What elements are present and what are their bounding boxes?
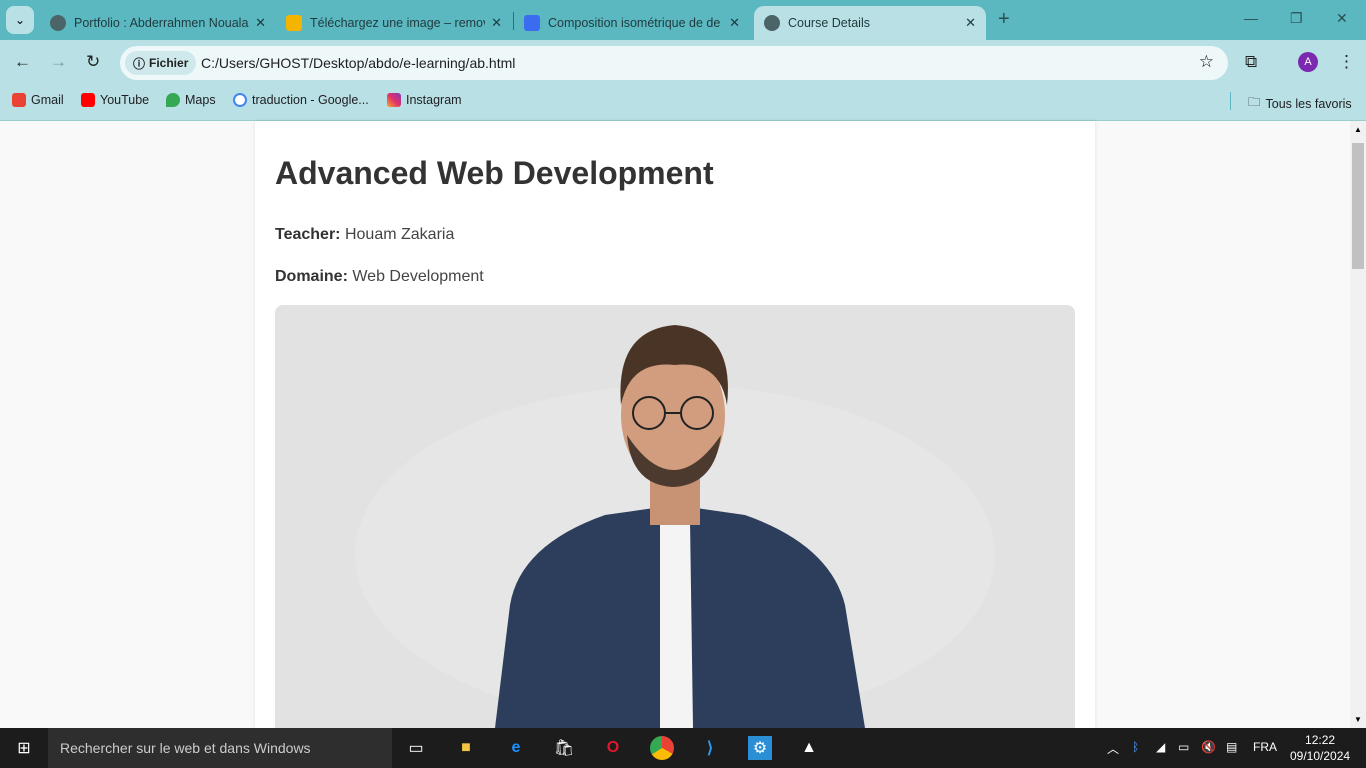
scroll-up-icon[interactable]: ▲ bbox=[1354, 125, 1362, 134]
course-card: Advanced Web Development Teacher: Houam … bbox=[255, 121, 1095, 728]
youtube-icon bbox=[81, 93, 95, 107]
close-tab-icon[interactable]: ✕ bbox=[491, 15, 502, 31]
bookmark-maps[interactable]: Maps bbox=[166, 93, 216, 107]
opera-icon[interactable]: O bbox=[601, 736, 625, 760]
scrollbar-thumb[interactable] bbox=[1352, 143, 1364, 269]
site-info-chip[interactable]: ⓘ Fichier bbox=[125, 51, 197, 75]
tray-chevron-icon[interactable]: ︿ bbox=[1107, 740, 1119, 757]
new-tab-button[interactable]: + bbox=[998, 8, 1010, 31]
chrome-icon[interactable] bbox=[650, 736, 674, 760]
address-bar[interactable]: ⓘ Fichier C:/Users/GHOST/Desktop/abdo/e-l… bbox=[120, 46, 1228, 80]
menu-icon[interactable]: ⋮ bbox=[1338, 52, 1355, 72]
course-title: Advanced Web Development bbox=[275, 155, 714, 191]
file-explorer-icon[interactable]: ■ bbox=[454, 736, 478, 760]
scrollbar[interactable]: ▲ ▼ bbox=[1350, 121, 1366, 728]
reload-button[interactable]: ↻ bbox=[86, 52, 100, 72]
tab-search-button[interactable]: ⌄ bbox=[6, 6, 34, 34]
close-tab-icon[interactable]: ✕ bbox=[729, 15, 740, 31]
teacher-line: Teacher: Houam Zakaria bbox=[275, 226, 455, 243]
close-window-button[interactable]: ✕ bbox=[1336, 10, 1348, 27]
bookmark-translate[interactable]: traduction - Google... bbox=[233, 93, 369, 107]
tab-portfolio[interactable]: Portfolio : Abderrahmen Nouala ✕ bbox=[40, 6, 276, 40]
taskbar-search[interactable]: Rechercher sur le web et dans Windows bbox=[48, 728, 392, 768]
course-image bbox=[275, 305, 1075, 728]
minimize-button[interactable]: — bbox=[1244, 10, 1258, 26]
photos-icon[interactable]: ▲ bbox=[797, 736, 821, 760]
store-icon[interactable]: 🛍 bbox=[552, 736, 576, 760]
language-indicator[interactable]: FRA bbox=[1253, 740, 1277, 754]
windows-start-icon[interactable]: ⊞ bbox=[12, 736, 36, 760]
back-button[interactable]: ← bbox=[14, 52, 31, 72]
folder-icon: 🗀 bbox=[1248, 95, 1261, 109]
tab-course-details[interactable]: Course Details ✕ bbox=[754, 6, 986, 40]
all-bookmarks[interactable]: 🗀 Tous les favoris bbox=[1248, 93, 1352, 114]
info-icon: ⓘ bbox=[133, 56, 146, 71]
close-tab-icon[interactable]: ✕ bbox=[255, 15, 266, 31]
bookmark-gmail[interactable]: Gmail bbox=[12, 93, 64, 107]
bookmark-instagram[interactable]: Instagram bbox=[387, 93, 462, 107]
clock[interactable]: 12:22 09/10/2024 bbox=[1290, 732, 1350, 764]
bookmarks-bar: Gmail YouTube Maps traduction - Google..… bbox=[0, 85, 1366, 121]
close-tab-icon[interactable]: ✕ bbox=[965, 15, 976, 31]
wifi-icon[interactable]: ◢ bbox=[1156, 740, 1165, 754]
forward-button[interactable]: → bbox=[50, 52, 67, 72]
maps-icon bbox=[166, 93, 180, 107]
google-icon bbox=[233, 93, 247, 107]
edge-icon[interactable]: e bbox=[504, 736, 528, 760]
instagram-icon bbox=[387, 93, 401, 107]
scroll-down-icon[interactable]: ▼ bbox=[1354, 715, 1362, 724]
domain-line: Domaine: Web Development bbox=[275, 268, 484, 285]
bluetooth-icon[interactable]: ᛒ bbox=[1132, 740, 1139, 754]
bookmark-star-icon[interactable]: ☆ bbox=[1199, 52, 1214, 72]
taskbar: ⊞ Rechercher sur le web et dans Windows … bbox=[0, 728, 1366, 768]
settings-icon[interactable]: ⚙ bbox=[748, 736, 772, 760]
vscode-icon[interactable]: ⟩ bbox=[698, 736, 722, 760]
tab-remove-bg[interactable]: Téléchargez une image – remove ✕ bbox=[276, 6, 512, 40]
tab-composition[interactable]: Composition isométrique de de ✕ bbox=[514, 6, 750, 40]
toolbar: ← → ↻ ⓘ Fichier C:/Users/GHOST/Desktop/ab… bbox=[0, 40, 1366, 85]
tab-bar: ⌄ Portfolio : Abderrahmen Nouala ✕ Téléch… bbox=[0, 0, 1366, 40]
task-view-icon[interactable]: ▭ bbox=[404, 736, 428, 760]
globe-icon bbox=[50, 15, 66, 31]
extensions-icon[interactable]: ⧉ bbox=[1245, 52, 1257, 72]
restore-button[interactable]: ❐ bbox=[1290, 10, 1303, 27]
page-content: Advanced Web Development Teacher: Houam … bbox=[0, 121, 1350, 728]
bookmark-youtube[interactable]: YouTube bbox=[81, 93, 149, 107]
favicon-icon bbox=[286, 15, 302, 31]
favicon-icon bbox=[524, 15, 540, 31]
volume-muted-icon[interactable]: 🔇 bbox=[1201, 740, 1216, 754]
profile-avatar[interactable]: A bbox=[1298, 52, 1318, 72]
battery-icon[interactable]: ▭ bbox=[1178, 740, 1189, 754]
notifications-icon[interactable]: ▤ bbox=[1226, 740, 1237, 754]
gmail-icon bbox=[12, 93, 26, 107]
url-text[interactable]: C:/Users/GHOST/Desktop/abdo/e-learning/a… bbox=[201, 55, 515, 71]
globe-icon bbox=[764, 15, 780, 31]
